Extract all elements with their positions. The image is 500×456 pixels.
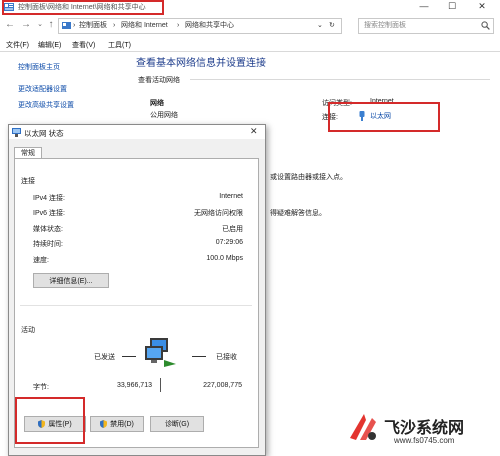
address-separator-icon: ›	[113, 22, 116, 29]
menu-divider	[0, 51, 500, 52]
uac-shield-icon	[100, 420, 108, 428]
media-state-value: 已启用	[222, 226, 243, 233]
close-button[interactable]: ✕	[470, 0, 494, 14]
properties-highlight-box	[15, 397, 85, 444]
received-line	[192, 356, 206, 357]
up-arrow-icon[interactable]: ↑	[45, 19, 57, 32]
page-title: 查看基本网络信息并设置连接	[136, 58, 266, 69]
watermark-brand: 飞沙系统网	[384, 420, 465, 437]
bytes-separator	[160, 378, 161, 392]
activity-section-label: 活动	[21, 327, 35, 334]
refresh-icon[interactable]: ↻	[329, 19, 335, 33]
title-highlight-box	[2, 0, 164, 15]
address-dropdown-icon[interactable]: ⌄	[317, 19, 323, 33]
diagnose-button[interactable]: 诊断(G)	[150, 416, 204, 432]
duration-label: 持续时间:	[33, 241, 63, 248]
bytes-label: 字节:	[33, 384, 49, 391]
sidebar-item-sharing-settings[interactable]: 更改高级共享设置	[18, 100, 74, 110]
disable-label: 禁用(D)	[110, 421, 134, 428]
connection-section-label: 连接	[21, 178, 35, 185]
dialog-close-icon[interactable]: ✕	[250, 126, 258, 137]
menu-edit[interactable]: 编辑(E)	[38, 40, 61, 50]
network-type: 公用网络	[150, 112, 178, 119]
address-part-network-internet[interactable]: 网络和 Internet	[121, 19, 168, 33]
address-icon	[62, 19, 71, 39]
received-label: 已接收	[216, 354, 237, 361]
duration-value: 07:29:06	[215, 239, 243, 246]
network-adapter-icon	[12, 128, 21, 139]
speed-value: 100.0 Mbps	[206, 255, 243, 262]
dialog-divider	[20, 305, 252, 306]
network-name: 网络	[150, 100, 164, 107]
address-separator-icon: ›	[73, 22, 76, 29]
watermark-logo-icon	[346, 410, 380, 444]
watermark-url: www.fs0745.com	[394, 436, 455, 445]
bytes-sent-value: 33,966,713	[116, 382, 152, 389]
active-networks-label: 查看活动网络	[138, 77, 180, 84]
disable-button[interactable]: 禁用(D)	[90, 416, 144, 432]
dialog-title: 以太网 状态	[24, 129, 64, 138]
minimize-button[interactable]: —	[412, 0, 436, 14]
search-input[interactable]: 搜索控制面板	[358, 18, 494, 34]
sent-line	[122, 356, 136, 357]
address-bar[interactable]: › 控制面板 › 网络和 Internet › 网络和共享中心 ⌄ ↻	[58, 18, 342, 34]
sidebar-item-control-panel-home[interactable]: 控制面板主页	[18, 62, 60, 72]
ipv4-value: Internet	[219, 193, 243, 200]
bytes-received-value: 227,008,775	[203, 382, 242, 389]
menu-view[interactable]: 查看(V)	[72, 40, 95, 50]
address-part-control-panel[interactable]: 控制面板	[79, 19, 107, 33]
troubleshoot-text: 得疑难解答信息。	[270, 210, 326, 217]
media-state-label: 媒体状态:	[33, 226, 63, 233]
search-placeholder: 搜索控制面板	[364, 22, 406, 29]
menu-tools[interactable]: 工具(T)	[108, 40, 131, 50]
setup-router-text: 或设置路由器或接入点。	[270, 174, 347, 181]
back-arrow-icon[interactable]: ←	[4, 19, 16, 32]
forward-arrow-icon[interactable]: →	[20, 19, 32, 32]
ipv6-value: 无网络访问权限	[194, 210, 243, 217]
network-activity-icon	[142, 336, 182, 370]
sidebar-item-adapter-settings[interactable]: 更改适配器设置	[18, 84, 67, 94]
maximize-button[interactable]: ☐	[440, 0, 464, 14]
sent-label: 已发送	[94, 354, 115, 361]
active-networks-divider	[190, 79, 490, 80]
address-part-network-center[interactable]: 网络和共享中心	[185, 19, 234, 33]
ipv4-label: IPv4 连接:	[33, 195, 65, 202]
details-button[interactable]: 详细信息(E)...	[33, 273, 109, 288]
menu-file[interactable]: 文件(F)	[6, 40, 29, 50]
address-separator-icon: ›	[177, 22, 180, 29]
ipv6-label: IPv6 连接:	[33, 210, 65, 217]
search-icon[interactable]	[481, 21, 490, 32]
connection-highlight-box	[328, 102, 440, 132]
speed-label: 速度:	[33, 257, 49, 264]
